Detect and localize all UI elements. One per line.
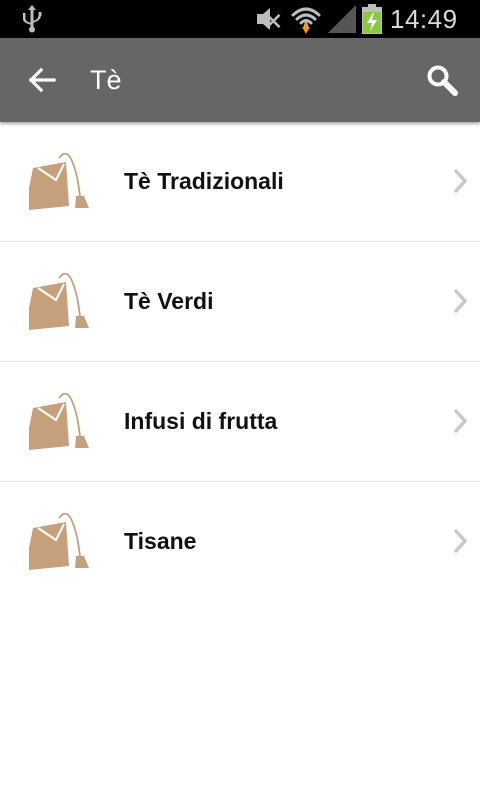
wifi-icon: [291, 7, 321, 34]
battery-charging-icon: [362, 4, 382, 34]
teabag-icon: [29, 272, 89, 330]
list-item-label: Tisane: [124, 528, 197, 554]
list-item-te-verdi[interactable]: Tè Verdi: [0, 242, 480, 362]
list-item-label: Tè Verdi: [124, 288, 214, 314]
action-bar: Tè: [0, 38, 480, 122]
list-item-tisane[interactable]: Tisane: [0, 482, 480, 601]
teabag-icon: [29, 392, 89, 450]
clock: 14:49: [390, 4, 458, 34]
list-item-label: Infusi di frutta: [124, 408, 278, 434]
list-item-infusi-di-frutta[interactable]: Infusi di frutta: [0, 362, 480, 482]
chevron-right-icon: [454, 169, 467, 193]
mute-icon: [257, 8, 281, 30]
status-bar: 14:49: [0, 0, 480, 38]
search-icon[interactable]: [424, 62, 460, 98]
list-item-te-tradizionali[interactable]: Tè Tradizionali: [0, 122, 480, 242]
signal-icon: [328, 5, 356, 33]
teabag-icon: [29, 152, 89, 210]
list-item-label: Tè Tradizionali: [124, 168, 284, 194]
arrow-left-icon[interactable]: [24, 62, 60, 98]
chevron-right-icon: [454, 529, 467, 553]
usb-icon: [23, 5, 42, 33]
page-title: Tè: [90, 65, 122, 95]
teabag-icon: [29, 512, 89, 570]
chevron-right-icon: [454, 289, 467, 313]
category-list: Tè Tradizionali Tè Verdi Infusi di frutt…: [0, 122, 480, 601]
chevron-right-icon: [454, 409, 467, 433]
